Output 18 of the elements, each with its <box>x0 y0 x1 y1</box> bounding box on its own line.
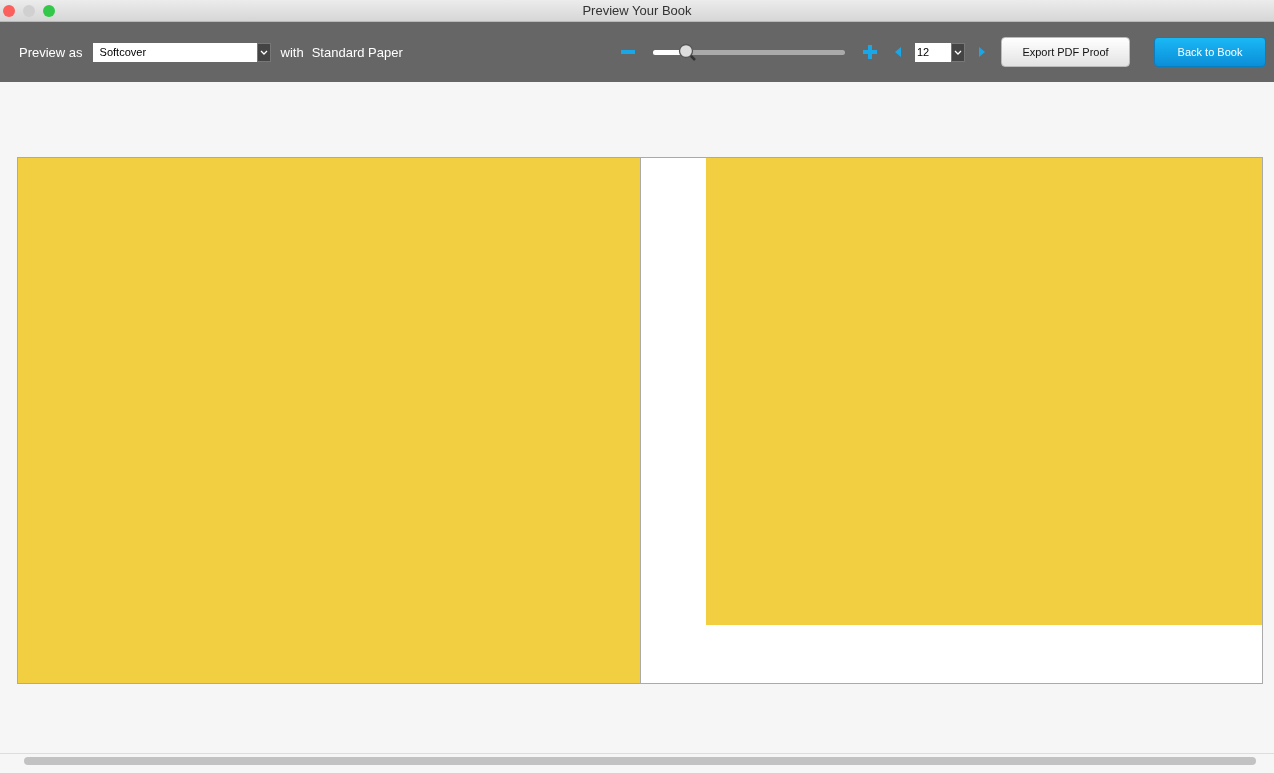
caret-icon <box>954 49 962 55</box>
page-dropdown[interactable]: 12 <box>915 42 965 62</box>
window-title: Preview Your Book <box>582 3 692 18</box>
with-label: with <box>280 44 304 60</box>
previous-page-icon[interactable] <box>895 47 901 57</box>
zoom-slider[interactable] <box>653 42 845 62</box>
format-dropdown[interactable]: Softcover <box>92 42 271 62</box>
scrollbar[interactable] <box>24 757 1256 765</box>
zoom-button[interactable] <box>43 5 55 17</box>
paper-label: Standard Paper <box>311 44 403 60</box>
caret-icon <box>259 49 268 55</box>
zoom-in-icon[interactable] <box>863 45 877 59</box>
close-button[interactable] <box>3 5 15 17</box>
slider-thumb[interactable] <box>677 43 697 62</box>
preview-label: Preview as <box>19 44 83 60</box>
export-button[interactable]: Export PDF Proof <box>1001 37 1130 67</box>
minimize-button[interactable] <box>23 5 35 17</box>
next-page-icon[interactable] <box>979 47 985 57</box>
